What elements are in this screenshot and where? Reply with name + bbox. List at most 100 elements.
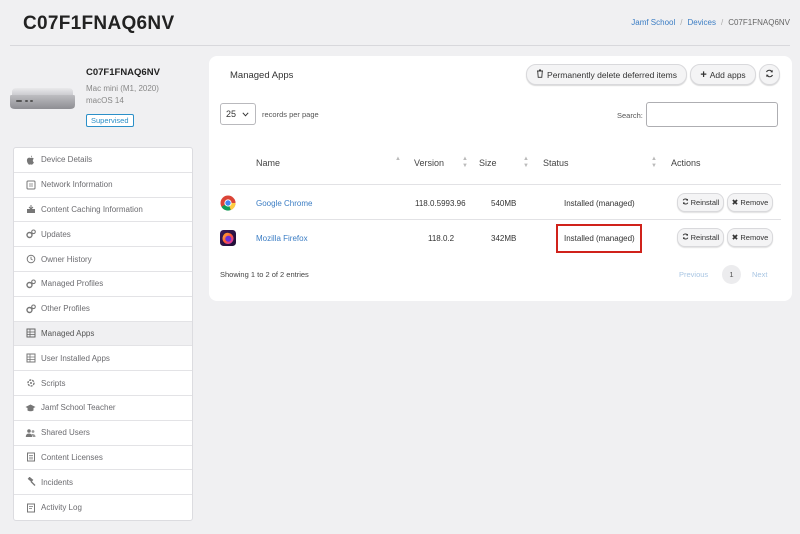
gears-icon xyxy=(25,278,36,289)
reinstall-button[interactable]: Reinstall xyxy=(677,228,724,247)
remove-button[interactable]: ✖ Remove xyxy=(727,193,773,212)
column-header-name[interactable]: Name xyxy=(256,158,280,168)
column-header-size[interactable]: Size xyxy=(479,158,497,168)
sidebar-item-incidents[interactable]: Incidents xyxy=(14,470,192,496)
refresh-icon xyxy=(765,69,774,80)
reinstall-label: Reinstall xyxy=(690,233,720,242)
trash-icon xyxy=(536,69,544,80)
app-version: 118.0.2 xyxy=(428,234,455,243)
grid-icon xyxy=(25,328,36,339)
sidebar-item-user-installed-apps[interactable]: User Installed Apps xyxy=(14,346,192,372)
mac-mini-image xyxy=(10,88,75,109)
search-input[interactable] xyxy=(646,102,778,127)
history-icon xyxy=(25,254,36,265)
sidebar-item-label: Scripts xyxy=(41,378,66,388)
app-name-link[interactable]: Mozilla Firefox xyxy=(256,234,308,243)
table-header-divider xyxy=(220,184,781,185)
search-label: Search: xyxy=(617,111,643,120)
records-per-page-value: 25 xyxy=(226,109,237,119)
users-icon xyxy=(25,427,36,438)
sidebar-item-label: Content Caching Information xyxy=(41,204,143,214)
sidebar-item-owner-history[interactable]: Owner History xyxy=(14,247,192,272)
supervised-badge: Supervised xyxy=(86,114,134,127)
sidebar-item-other-profiles[interactable]: Other Profiles xyxy=(14,297,192,322)
sidebar-item-label: Incidents xyxy=(41,477,74,487)
list-icon xyxy=(25,452,36,463)
sort-both-icon: ▲ ▼ xyxy=(651,156,657,169)
app-size: 540MB xyxy=(491,199,517,208)
sort-asc-icon: ▲ xyxy=(395,156,401,162)
table-row-divider xyxy=(220,219,781,220)
gavel-icon xyxy=(25,477,36,488)
sidebar-item-label: Device Details xyxy=(41,155,93,165)
breadcrumb-separator: / xyxy=(680,18,683,27)
device-model: Mac mini (M1, 2020) xyxy=(86,84,159,93)
column-header-version[interactable]: Version xyxy=(414,158,444,168)
sidebar-item-activity-log[interactable]: Activity Log xyxy=(14,495,192,520)
reinstall-button[interactable]: Reinstall xyxy=(677,193,724,212)
refresh-icon xyxy=(682,198,689,207)
device-card: C07F1FNAQ6NV Mac mini (M1, 2020) macOS 1… xyxy=(8,62,194,142)
app-name-link[interactable]: Google Chrome xyxy=(256,199,312,208)
remove-button[interactable]: ✖ Remove xyxy=(727,228,773,247)
device-os: macOS 14 xyxy=(86,96,124,105)
close-icon: ✖ xyxy=(731,198,739,207)
sidebar-item-jamf-school-teacher[interactable]: Jamf School Teacher xyxy=(14,396,192,421)
panel-title: Managed Apps xyxy=(230,70,294,81)
add-apps-button[interactable]: + Add apps xyxy=(690,64,756,85)
network-icon xyxy=(25,179,36,190)
delete-deferred-button[interactable]: Permanently delete deferred items xyxy=(526,64,687,85)
remove-label: Remove xyxy=(740,198,769,207)
sidebar-item-shared-users[interactable]: Shared Users xyxy=(14,421,192,446)
sidebar-item-label: Updates xyxy=(41,229,71,239)
sidebar-item-network-information[interactable]: Network Information xyxy=(14,173,192,198)
sidebar-item-label: Other Profiles xyxy=(41,304,90,314)
sidebar-item-managed-apps[interactable]: Managed Apps xyxy=(14,321,192,347)
graduation-cap-icon xyxy=(25,402,36,413)
grid-icon xyxy=(25,353,36,364)
sort-both-icon: ▲ ▼ xyxy=(462,156,468,169)
sidebar-item-managed-profiles[interactable]: Managed Profiles xyxy=(14,272,192,297)
page-title: C07F1FNAQ6NV xyxy=(23,13,175,34)
add-apps-label: Add apps xyxy=(709,69,746,80)
sidebar-item-label: Jamf School Teacher xyxy=(41,403,116,413)
close-icon: ✖ xyxy=(731,233,739,242)
column-header-status[interactable]: Status xyxy=(543,158,569,168)
sidebar-item-content-caching[interactable]: Content Caching Information xyxy=(14,198,192,223)
column-header-actions: Actions xyxy=(671,158,701,168)
sidebar-item-updates[interactable]: Updates xyxy=(14,222,192,248)
sidebar-item-device-details[interactable]: Device Details xyxy=(14,148,192,173)
pagination-previous[interactable]: Previous xyxy=(679,270,708,279)
firefox-icon xyxy=(220,230,236,246)
scripts-icon xyxy=(25,378,36,389)
breadcrumb: Jamf School / Devices / C07F1FNAQ6NV xyxy=(631,18,790,27)
gears-icon xyxy=(25,229,36,240)
sidebar-item-label: Owner History xyxy=(41,254,92,264)
remove-label: Remove xyxy=(740,233,769,242)
app-size: 342MB xyxy=(491,234,517,243)
sidebar-item-label: Activity Log xyxy=(41,503,82,513)
gears-icon xyxy=(25,303,36,314)
refresh-icon xyxy=(682,233,689,242)
device-name: C07F1FNAQ6NV xyxy=(86,67,160,78)
sidebar-item-label: Shared Users xyxy=(41,428,90,438)
sidebar-item-content-licenses[interactable]: Content Licenses xyxy=(14,446,192,471)
apple-icon xyxy=(25,154,36,165)
cache-icon xyxy=(25,204,36,215)
page-header: C07F1FNAQ6NV Jamf School / Devices / C07… xyxy=(0,0,800,46)
refresh-button[interactable] xyxy=(759,64,780,85)
pagination-next[interactable]: Next xyxy=(752,270,767,279)
records-per-page-select[interactable]: 25 xyxy=(220,103,256,125)
sidebar-item-label: User Installed Apps xyxy=(41,353,110,363)
app-status: Installed (managed) xyxy=(564,199,635,208)
sidebar-item-scripts[interactable]: Scripts xyxy=(14,371,192,396)
records-per-page-label: records per page xyxy=(262,110,319,119)
plus-icon: + xyxy=(700,68,707,81)
breadcrumb-devices-link[interactable]: Devices xyxy=(688,18,716,27)
pagination-current-page[interactable]: 1 xyxy=(722,265,741,284)
reinstall-label: Reinstall xyxy=(690,198,720,207)
breadcrumb-home-link[interactable]: Jamf School xyxy=(631,18,675,27)
sidebar-nav: Device Details Network Information Conte… xyxy=(13,147,193,521)
sort-both-icon: ▲ ▼ xyxy=(523,156,529,169)
sidebar-item-label: Managed Apps xyxy=(41,328,95,338)
